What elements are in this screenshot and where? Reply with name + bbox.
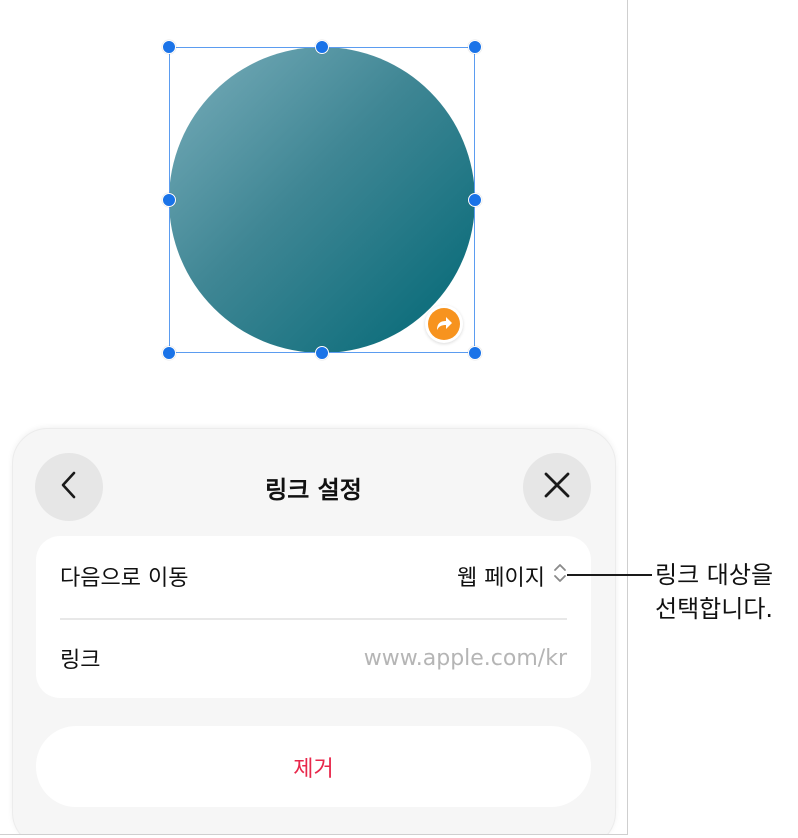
resize-handle-bottom-right[interactable] (468, 346, 482, 360)
destination-label: 다음으로 이동 (60, 566, 189, 591)
destination-selector[interactable]: 웹 페이지 (457, 560, 567, 592)
device-screen: 링크 설정 다음으로 이동 웹 페이지 링크 www.apple.com/kr (0, 0, 628, 835)
resize-handle-top-right[interactable] (468, 40, 482, 54)
resize-handle-bottom-left[interactable] (162, 346, 176, 360)
resize-handle-top[interactable] (315, 40, 329, 54)
destination-row[interactable]: 다음으로 이동 웹 페이지 (36, 536, 591, 616)
link-options-group: 다음으로 이동 웹 페이지 링크 www.apple.com/kr (36, 536, 591, 698)
link-url-input[interactable]: www.apple.com/kr (364, 646, 567, 671)
link-arrow-icon (428, 308, 460, 340)
resize-handle-right[interactable] (468, 193, 482, 207)
up-down-chevron-icon (553, 563, 567, 589)
remove-button[interactable]: 제거 (36, 726, 591, 807)
callout-line-1: 링크 대상을 (655, 561, 774, 589)
destination-value: 웹 페이지 (457, 566, 545, 591)
link-badge[interactable] (425, 305, 463, 343)
callout-line-2: 선택합니다. (655, 595, 774, 623)
close-button[interactable] (523, 453, 591, 521)
selection-box (169, 47, 475, 353)
resize-handle-top-left[interactable] (162, 40, 176, 54)
close-icon (543, 471, 571, 503)
callout-line (567, 574, 652, 576)
link-label: 링크 (60, 648, 101, 673)
callout-text: 링크 대상을 선택합니다. (655, 558, 795, 626)
remove-label: 제거 (293, 756, 334, 782)
resize-handle-left[interactable] (162, 193, 176, 207)
resize-handle-bottom[interactable] (315, 346, 329, 360)
link-row[interactable]: 링크 www.apple.com/kr (36, 618, 591, 698)
